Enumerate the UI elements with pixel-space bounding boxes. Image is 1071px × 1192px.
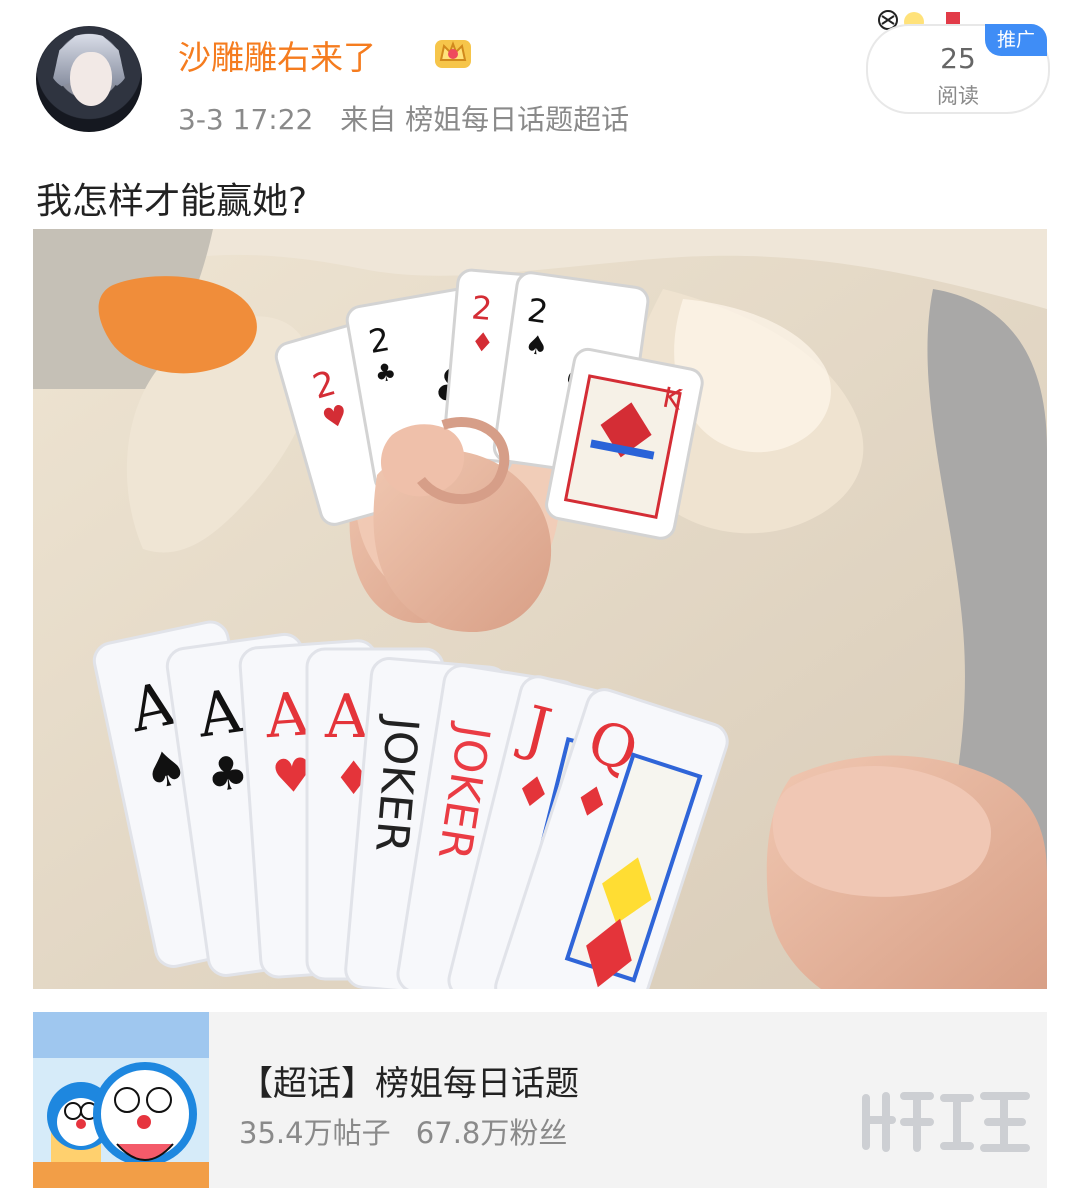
svg-text:A: A [324, 682, 369, 752]
poker-cards-photo: 2 ♥ 2 ♣ ♣ 2 ♦ 2 ♠ ♠ K [33, 229, 1047, 989]
topic-title[interactable]: 【超话】榜姐每日话题 [239, 1056, 579, 1105]
doraemon-thumbnail-icon [33, 1012, 209, 1188]
topic-posts: 35.4万帖子 [239, 1116, 391, 1150]
read-label: 阅读 [937, 84, 979, 108]
topic-thumbnail [33, 1012, 209, 1188]
post-text: 我怎样才能赢她? [36, 181, 308, 222]
crown-badge-icon [435, 40, 471, 68]
post-source[interactable]: 来自 榜姐每日话题超话 [340, 103, 629, 136]
post-header: 沙雕雕右来了 3-3 17:22 来自 榜姐每日话题超话 25 阅读 推广 [0, 0, 1071, 150]
topic-stats: 35.4万帖子 67.8万粉丝 [239, 1110, 567, 1152]
author-avatar[interactable] [36, 26, 142, 132]
svg-text:A: A [262, 679, 312, 752]
topic-card[interactable]: 【超话】榜姐每日话题 35.4万帖子 67.8万粉丝 [33, 1012, 1047, 1188]
post-time: 3-3 17:22 [178, 103, 314, 136]
svg-text:♠: ♠ [523, 330, 550, 363]
promo-tag: 推广 [985, 24, 1047, 56]
post-image[interactable]: 2 ♥ 2 ♣ ♣ 2 ♦ 2 ♠ ♠ K [33, 229, 1047, 989]
svg-text:♣: ♣ [203, 744, 251, 803]
topic-fans: 67.8万粉丝 [415, 1116, 568, 1150]
post-meta: 3-3 17:22 来自 榜姐每日话题超话 [178, 98, 629, 138]
svg-text:♦: ♦ [469, 327, 495, 359]
svg-text:2: 2 [470, 288, 494, 328]
author-name[interactable]: 沙雕雕右来了 [178, 31, 376, 79]
